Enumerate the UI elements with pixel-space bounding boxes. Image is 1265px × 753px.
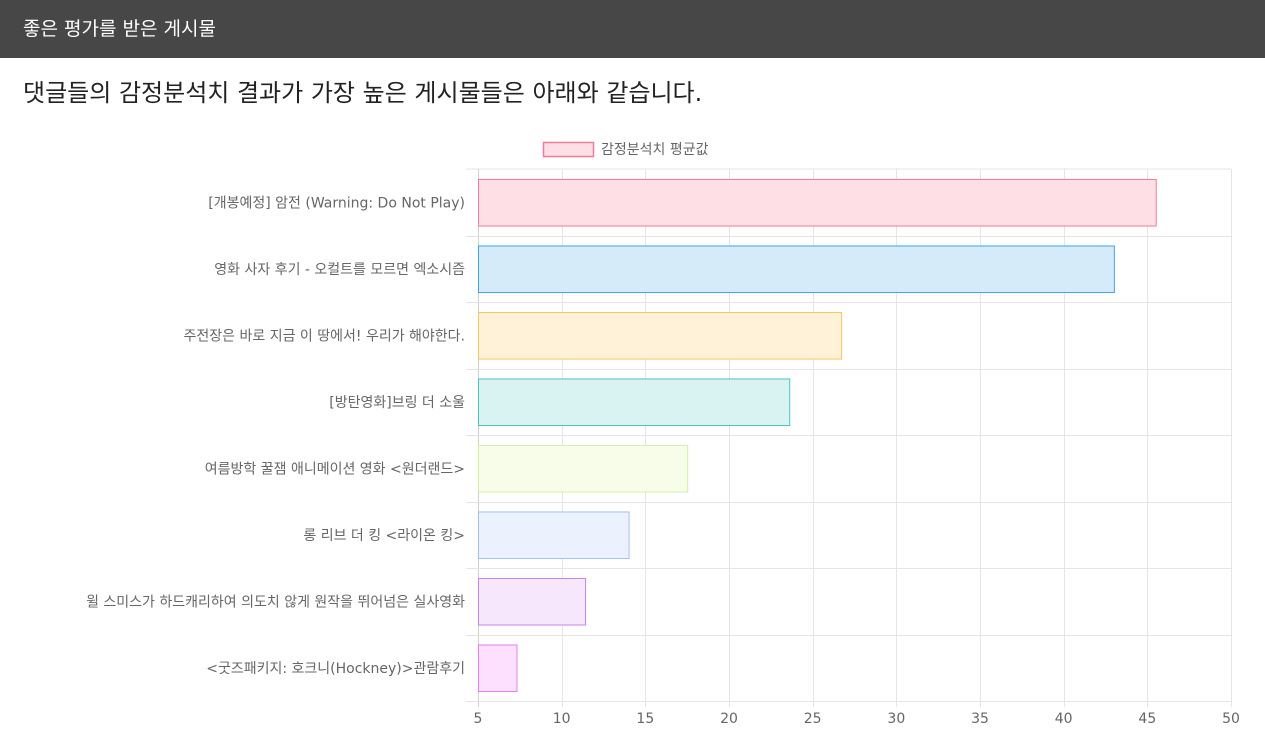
category-labels: [개봉예정] 암전 (Warning: Do Not Play) 영화 사자 후기… bbox=[86, 195, 465, 677]
chart-svg: [개봉예정] 암전 (Warning: Do Not Play) 영화 사자 후기… bbox=[86, 141, 1240, 727]
x-tick-label: 25 bbox=[804, 711, 822, 727]
chart-bar[interactable] bbox=[478, 511, 630, 560]
x-tick-label: 10 bbox=[553, 711, 571, 727]
chart-bar[interactable] bbox=[478, 311, 843, 360]
chart-bar[interactable] bbox=[478, 378, 791, 427]
chart-bar[interactable] bbox=[478, 178, 1157, 227]
category-label: 영화 사자 후기 - 오컬트를 모르면 엑소시즘 bbox=[214, 262, 465, 278]
x-tick-label: 45 bbox=[1138, 711, 1156, 727]
top-header-bar: 좋은 평가를 받은 게시물 bbox=[0, 0, 1265, 58]
chart-bar[interactable] bbox=[478, 644, 518, 693]
category-label: 롱 리브 더 킹 <라이온 킹> bbox=[303, 528, 465, 544]
x-tick-label: 5 bbox=[474, 711, 483, 727]
x-axis-ticks: 5 10 15 20 25 30 35 40 45 50 bbox=[474, 711, 1240, 727]
chart-legend[interactable]: 감정분석치 평균값 bbox=[542, 141, 709, 158]
x-tick-label: 50 bbox=[1222, 711, 1240, 727]
sentiment-chart: [개봉예정] 암전 (Warning: Do Not Play) 영화 사자 후기… bbox=[0, 130, 1265, 753]
header-title: 좋은 평가를 받은 게시물 bbox=[23, 17, 216, 40]
page: 좋은 평가를 받은 게시물 댓글들의 감정분석치 결과가 가장 높은 게시물들은… bbox=[0, 0, 1265, 753]
category-label: 윌 스미스가 하드캐리하여 의도치 않게 원작을 뛰어넘은 실사영화 bbox=[86, 594, 465, 610]
page-headline: 댓글들의 감정분석치 결과가 가장 높은 게시물들은 아래와 같습니다. bbox=[23, 79, 703, 107]
x-tick-label: 35 bbox=[971, 711, 989, 727]
category-label: 여름방학 꿀잼 애니메이션 영화 <원더랜드> bbox=[205, 461, 465, 477]
legend-swatch[interactable] bbox=[542, 141, 595, 158]
chart-bar[interactable] bbox=[478, 577, 587, 626]
legend-label[interactable]: 감정분석치 평균값 bbox=[601, 142, 709, 158]
chart-bar[interactable] bbox=[478, 444, 689, 493]
chart-bar[interactable] bbox=[478, 245, 1115, 294]
x-tick-label: 30 bbox=[887, 711, 905, 727]
x-tick-label: 40 bbox=[1055, 711, 1073, 727]
x-tick-label: 20 bbox=[720, 711, 738, 727]
category-label: [방탄영화]브링 더 소울 bbox=[329, 395, 465, 411]
category-label: [개봉예정] 암전 (Warning: Do Not Play) bbox=[208, 195, 465, 211]
category-label: 주전장은 바로 지금 이 땅에서! 우리가 해야한다. bbox=[184, 328, 465, 344]
x-tick-label: 15 bbox=[636, 711, 654, 727]
category-label: <굿즈패키지: 호크니(Hockney)>관람후기 bbox=[206, 661, 465, 677]
